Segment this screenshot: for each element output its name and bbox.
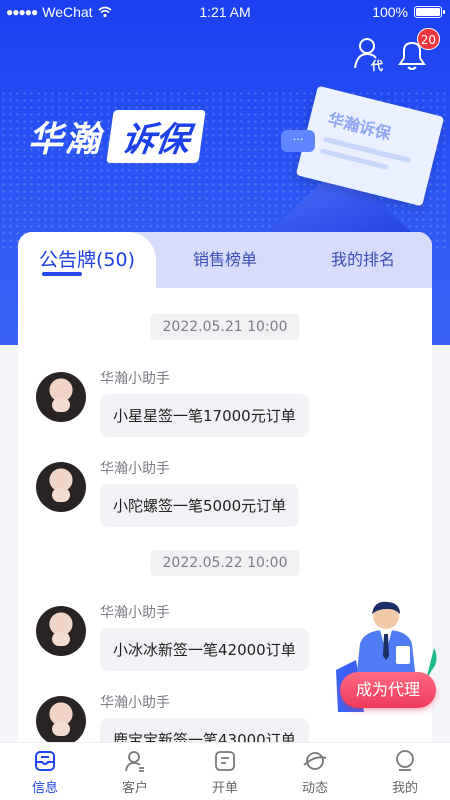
sender-name: 华瀚小助手 — [100, 371, 170, 387]
sender-name: 华瀚小助手 — [100, 605, 170, 621]
battery-icon — [414, 6, 445, 18]
status-bar: ●●●●● WeChat 1:21 AM 100% — [0, 0, 450, 24]
nav-profile[interactable]: 我的 — [360, 743, 450, 800]
avatar — [36, 372, 86, 422]
nav-customers[interactable]: 客户 — [90, 743, 180, 800]
planet-icon — [303, 752, 327, 770]
tab-my-ranking[interactable]: 我的排名 — [294, 232, 432, 288]
banner-title: 华瀚 诉保 — [28, 110, 206, 163]
order-icon — [215, 751, 235, 771]
chat-bubble-icon: ··· — [281, 130, 315, 152]
message-icon — [35, 751, 55, 771]
bottom-navigation: 信息 客户 开单 动态 我的 — [0, 742, 450, 800]
nav-create-order[interactable]: 开单 — [180, 743, 270, 800]
sender-name: 华瀚小助手 — [100, 695, 170, 711]
become-agent-button[interactable]: 成为代理 — [340, 672, 436, 708]
nav-moments[interactable]: 动态 — [270, 743, 360, 800]
nav-label: 客户 — [121, 781, 148, 796]
date-separator: 2022.05.21 10:00 — [150, 314, 300, 340]
document-illustration-text: 华瀚诉保 — [326, 109, 393, 144]
date-separator: 2022.05.22 10:00 — [150, 550, 300, 576]
tab-bar: 公告牌(50) 销售榜单 我的排名 — [18, 232, 432, 288]
notification-badge: 20 — [416, 28, 440, 50]
message-bubble: 小陀螺签一笔5000元订单 — [100, 484, 300, 527]
sender-name: 华瀚小助手 — [100, 461, 170, 477]
agent-person-icon[interactable]: 代 — [350, 34, 390, 74]
customer-icon — [125, 751, 144, 772]
message-bubble: 小星星签一笔17000元订单 — [100, 394, 309, 437]
avatar — [36, 606, 86, 656]
message-bubble: 小冰冰新签一笔42000订单 — [100, 628, 309, 671]
banner-title-right: 诉保 — [106, 110, 206, 163]
banner-title-left: 华瀚 — [28, 120, 103, 160]
profile-icon — [396, 750, 414, 771]
nav-label: 信息 — [31, 781, 58, 796]
nav-messages[interactable]: 信息 — [0, 743, 90, 800]
tab-sales-ranking[interactable]: 销售榜单 — [156, 232, 294, 288]
svg-text:代: 代 — [370, 58, 383, 73]
notification-button[interactable]: 20 — [392, 28, 440, 74]
nav-label: 我的 — [391, 781, 418, 796]
battery-percent: 100% — [372, 4, 408, 20]
tab-bulletin[interactable]: 公告牌(50) — [18, 232, 156, 288]
nav-label: 动态 — [301, 781, 328, 796]
avatar — [36, 696, 86, 746]
nav-label: 开单 — [211, 781, 238, 796]
avatar — [36, 462, 86, 512]
